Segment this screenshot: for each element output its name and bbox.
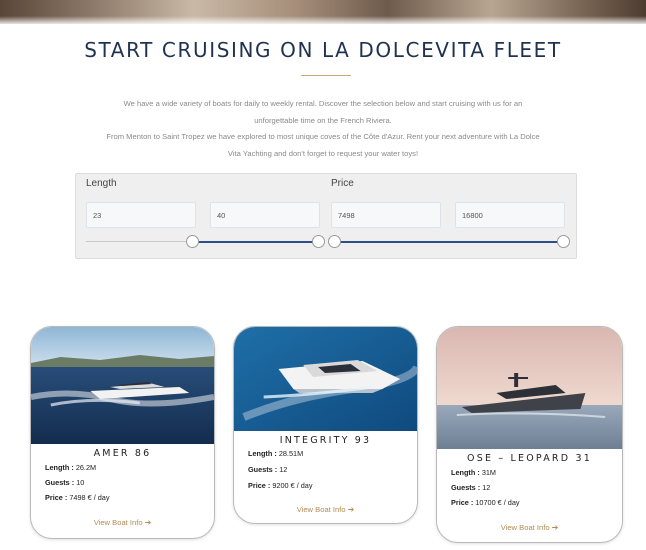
- price-slider-max-handle[interactable]: [557, 235, 570, 248]
- price-value: 9200 € / day: [272, 481, 313, 490]
- view-boat-info-link[interactable]: View Boat Info ➔: [31, 518, 214, 527]
- price-slider-range: [334, 240, 563, 243]
- yacht-photo-sunset-icon[interactable]: [437, 327, 622, 449]
- length-value: 31M: [481, 468, 497, 477]
- price-value: 7498 € / day: [69, 493, 110, 502]
- arrow-right-icon: ➔: [347, 505, 355, 514]
- guests-label: Guests :: [45, 478, 75, 487]
- intro-line: From Menton to Saint Tropez we have expl…: [106, 132, 540, 141]
- price-min-input[interactable]: [331, 202, 441, 228]
- yacht-photo-cruising-icon[interactable]: [31, 327, 214, 444]
- length-max-input[interactable]: [210, 202, 320, 228]
- guests-value: 12: [482, 483, 491, 492]
- view-boat-info-label: View Boat Info: [93, 518, 143, 527]
- length-label: Length :: [248, 449, 277, 458]
- hero-image-strip: [0, 0, 646, 24]
- guests-label: Guests :: [248, 465, 278, 474]
- price-label: Price :: [45, 493, 68, 502]
- price-max-input[interactable]: [455, 202, 565, 228]
- length-label: Length :: [451, 468, 480, 477]
- intro-text: We have a wide variety of boats for dail…: [80, 96, 566, 162]
- guests-value: 12: [279, 465, 288, 474]
- boat-guests: Guests : 10: [45, 478, 84, 487]
- boat-length: Length : 26.2M: [45, 463, 96, 472]
- view-boat-info-label: View Boat Info: [500, 523, 550, 532]
- boat-name: AMER 86: [93, 448, 152, 459]
- length-filter-label: Length: [86, 178, 117, 189]
- boat-price: Price : 7498 € / day: [45, 493, 110, 502]
- price-value: 10700 € / day: [475, 498, 520, 507]
- length-slider-max-handle[interactable]: [312, 235, 325, 248]
- boat-guests: Guests : 12: [248, 465, 287, 474]
- boat-length: Length : 31M: [451, 468, 496, 477]
- view-boat-info-label: View Boat Info: [296, 505, 346, 514]
- boat-card[interactable]: OSE – LEOPARD 31 Length : 31M Guests : 1…: [436, 326, 623, 543]
- intro-line: unforgettable time on the French Riviera…: [254, 115, 392, 125]
- guests-label: Guests :: [451, 483, 481, 492]
- length-value: 26.2M: [75, 463, 97, 472]
- boat-name: INTEGRITY 93: [279, 435, 372, 446]
- length-slider-min-handle[interactable]: [186, 235, 199, 248]
- filter-panel: Length Price: [75, 173, 577, 259]
- view-boat-info-link[interactable]: View Boat Info ➔: [437, 523, 622, 532]
- length-slider-range: [192, 240, 318, 243]
- boat-length: Length : 28.51M: [248, 449, 303, 458]
- page-title: START CRUISING ON LA DOLCEVITA FLEET: [84, 38, 562, 62]
- yacht-photo-aerial-icon[interactable]: [234, 327, 417, 431]
- length-label: Length :: [45, 463, 74, 472]
- length-value: 28.51M: [278, 449, 304, 458]
- boat-name: OSE – LEOPARD 31: [467, 453, 592, 464]
- arrow-right-icon: ➔: [551, 523, 559, 532]
- boat-card[interactable]: INTEGRITY 93 Length : 28.51M Guests : 12…: [233, 326, 418, 524]
- guests-value: 10: [76, 478, 85, 487]
- boat-price: Price : 9200 € / day: [248, 481, 313, 490]
- price-label: Price :: [451, 498, 474, 507]
- title-divider: [301, 75, 351, 76]
- price-label: Price :: [248, 481, 271, 490]
- price-slider-min-handle[interactable]: [328, 235, 341, 248]
- view-boat-info-link[interactable]: View Boat Info ➔: [234, 505, 417, 514]
- intro-line: We have a wide variety of boats for dail…: [123, 99, 523, 108]
- intro-line: Vita Yachting and don't forget to reques…: [227, 148, 419, 158]
- boat-card[interactable]: AMER 86 Length : 26.2M Guests : 10 Price…: [30, 326, 215, 539]
- arrow-right-icon: ➔: [144, 518, 152, 527]
- length-min-input[interactable]: [86, 202, 196, 228]
- boat-price: Price : 10700 € / day: [451, 498, 520, 507]
- price-filter-label: Price: [331, 178, 354, 189]
- boat-guests: Guests : 12: [451, 483, 490, 492]
